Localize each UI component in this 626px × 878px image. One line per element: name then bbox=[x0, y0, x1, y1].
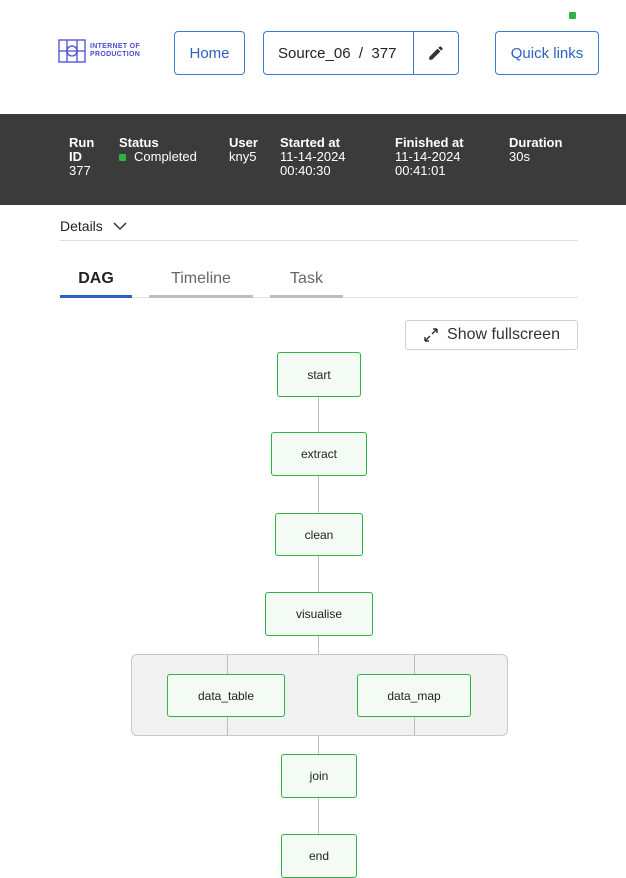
dag-edge bbox=[318, 798, 319, 834]
dag-node-clean[interactable]: clean bbox=[275, 513, 363, 556]
logo-icon bbox=[58, 39, 86, 63]
started-column: Started at 11-14-2024 00:40:30 bbox=[280, 136, 346, 178]
user-value: kny5 bbox=[229, 149, 257, 164]
dag-node-data-table[interactable]: data_table bbox=[167, 674, 285, 717]
status-column: Status Completed bbox=[119, 136, 197, 164]
logo[interactable]: INTERNET OF PRODUCTION bbox=[58, 37, 140, 65]
run-id-label: Run bbox=[69, 135, 95, 150]
quick-links-button[interactable]: Quick links bbox=[495, 31, 599, 75]
finished-label: Finished at bbox=[395, 135, 464, 150]
dag-edge bbox=[318, 476, 319, 513]
tab-dag-active-indicator bbox=[60, 295, 132, 298]
run-id-label-2: ID bbox=[69, 149, 82, 164]
tab-task[interactable]: Task bbox=[270, 270, 343, 288]
logo-text: INTERNET OF PRODUCTION bbox=[90, 43, 141, 58]
status-value-row: Completed bbox=[119, 150, 197, 164]
started-time: 00:40:30 bbox=[280, 163, 331, 178]
dag-edge bbox=[227, 717, 228, 735]
show-fullscreen-button[interactable]: Show fullscreen bbox=[405, 320, 578, 350]
dag-edge bbox=[318, 736, 319, 754]
run-info-bar: Run ID 377 Status Completed User kny5 St… bbox=[0, 114, 626, 205]
divider bbox=[60, 240, 578, 241]
tab-timeline-indicator bbox=[149, 295, 253, 298]
run-id-value: 377 bbox=[69, 163, 91, 178]
dag-edge bbox=[318, 636, 319, 654]
duration-column: Duration 30s bbox=[509, 136, 562, 164]
tab-timeline[interactable]: Timeline bbox=[149, 270, 253, 288]
user-label: User bbox=[229, 135, 258, 150]
dag-node-data-map[interactable]: data_map bbox=[357, 674, 471, 717]
dag-edge bbox=[318, 397, 319, 432]
dag-edge bbox=[318, 556, 319, 592]
dag-node-start[interactable]: start bbox=[277, 352, 361, 397]
dag-edge bbox=[414, 717, 415, 735]
dag-edge bbox=[227, 655, 228, 674]
details-toggle[interactable]: Details bbox=[60, 218, 127, 234]
run-selector-label[interactable]: Source_06 / 377 bbox=[264, 45, 413, 62]
finished-time: 00:41:01 bbox=[395, 163, 446, 178]
connection-status-indicator bbox=[569, 12, 576, 19]
started-label: Started at bbox=[280, 135, 340, 150]
started-date: 11-14-2024 bbox=[280, 149, 346, 164]
status-label: Status bbox=[119, 135, 159, 150]
user-column: User kny5 bbox=[229, 136, 258, 164]
finished-column: Finished at 11-14-2024 00:41:01 bbox=[395, 136, 464, 178]
finished-date: 11-14-2024 bbox=[395, 149, 461, 164]
home-button[interactable]: Home bbox=[174, 31, 245, 75]
dag-node-extract[interactable]: extract bbox=[271, 432, 367, 476]
duration-label: Duration bbox=[509, 135, 563, 150]
edit-button[interactable] bbox=[414, 32, 458, 74]
duration-value: 30s bbox=[509, 149, 530, 164]
status-dot-icon bbox=[119, 154, 126, 162]
pencil-icon bbox=[429, 46, 443, 60]
run-id-column: Run ID 377 bbox=[69, 136, 94, 178]
dag-node-join[interactable]: join bbox=[281, 754, 357, 798]
chevron-down-icon bbox=[113, 222, 127, 231]
run-selector[interactable]: Source_06 / 377 bbox=[263, 31, 459, 75]
expand-icon bbox=[424, 328, 438, 342]
show-fullscreen-label: Show fullscreen bbox=[447, 326, 560, 343]
dag-node-end[interactable]: end bbox=[281, 834, 357, 878]
status-value: Completed bbox=[134, 149, 197, 164]
dag-node-visualise[interactable]: visualise bbox=[265, 592, 373, 636]
tab-task-indicator bbox=[270, 295, 343, 298]
details-label: Details bbox=[60, 218, 103, 234]
tab-dag[interactable]: DAG bbox=[60, 270, 132, 288]
dag-edge bbox=[414, 655, 415, 674]
